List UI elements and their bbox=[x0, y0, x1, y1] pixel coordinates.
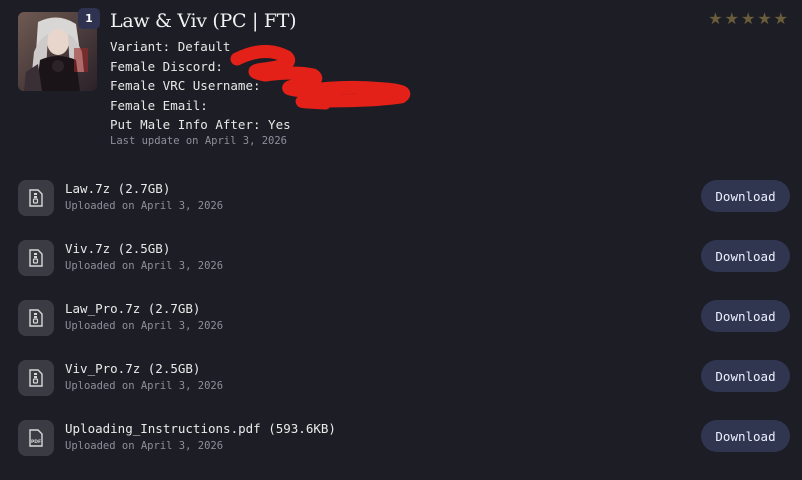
meta-female-vrc-username: Female VRC Username: bbox=[110, 78, 261, 93]
file-archive-icon bbox=[18, 240, 54, 276]
svg-text:PDF: PDF bbox=[31, 439, 41, 445]
download-button[interactable]: Download bbox=[701, 300, 790, 332]
download-button[interactable]: Download bbox=[701, 360, 790, 392]
file-row: Viv.7z (2.5GB) Uploaded on April 3, 2026… bbox=[0, 240, 802, 300]
file-name: Law_Pro.7z (2.7GB) bbox=[65, 301, 201, 316]
star-icon[interactable]: ★ bbox=[774, 11, 788, 27]
file-name: Uploading_Instructions.pdf (593.6KB) bbox=[65, 421, 336, 436]
star-icon[interactable]: ★ bbox=[725, 11, 739, 27]
file-archive-icon bbox=[18, 180, 54, 216]
quantity-badge: 1 bbox=[78, 8, 100, 29]
file-upload-date: Uploaded on April 3, 2026 bbox=[65, 320, 224, 332]
product-title: Law & Viv (PC | FT) bbox=[110, 10, 297, 32]
file-archive-icon bbox=[18, 360, 54, 396]
file-row: Law_Pro.7z (2.7GB) Uploaded on April 3, … bbox=[0, 300, 802, 360]
meta-female-discord: Female Discord: bbox=[110, 58, 223, 74]
file-upload-date: Uploaded on April 3, 2026 bbox=[65, 440, 224, 452]
file-row: PDF Uploading_Instructions.pdf (593.6KB)… bbox=[0, 420, 802, 480]
star-icon[interactable]: ★ bbox=[741, 11, 755, 27]
file-upload-date: Uploaded on April 3, 2026 bbox=[65, 380, 224, 392]
product-header: 1 Law & Viv (PC | FT) Variant: Default F… bbox=[0, 0, 802, 165]
file-name: Viv.7z (2.5GB) bbox=[65, 241, 171, 256]
meta-female-email: Female Email: bbox=[110, 97, 208, 113]
file-name: Viv_Pro.7z (2.5GB) bbox=[65, 361, 201, 376]
file-row: Law.7z (2.7GB) Uploaded on April 3, 2026… bbox=[0, 180, 802, 240]
file-upload-date: Uploaded on April 3, 2026 bbox=[65, 260, 224, 272]
product-meta: Variant: Default Female Discord: Female … bbox=[110, 37, 291, 135]
last-update: Last update on April 3, 2026 bbox=[110, 135, 288, 147]
download-button[interactable]: Download bbox=[701, 180, 790, 212]
rating-stars[interactable]: ★ ★ ★ ★ ★ bbox=[708, 11, 788, 27]
meta-variant: Variant: Default bbox=[110, 39, 231, 54]
file-name: Law.7z (2.7GB) bbox=[65, 181, 171, 196]
file-pdf-icon: PDF bbox=[18, 420, 54, 456]
file-row: Viv_Pro.7z (2.5GB) Uploaded on April 3, … bbox=[0, 360, 802, 420]
download-button[interactable]: Download bbox=[701, 240, 790, 272]
file-archive-icon bbox=[18, 300, 54, 336]
star-icon[interactable]: ★ bbox=[757, 11, 771, 27]
meta-male-info: Put Male Info After: Yes bbox=[110, 117, 291, 132]
download-button[interactable]: Download bbox=[701, 420, 790, 452]
star-icon[interactable]: ★ bbox=[708, 11, 722, 27]
file-upload-date: Uploaded on April 3, 2026 bbox=[65, 200, 224, 212]
